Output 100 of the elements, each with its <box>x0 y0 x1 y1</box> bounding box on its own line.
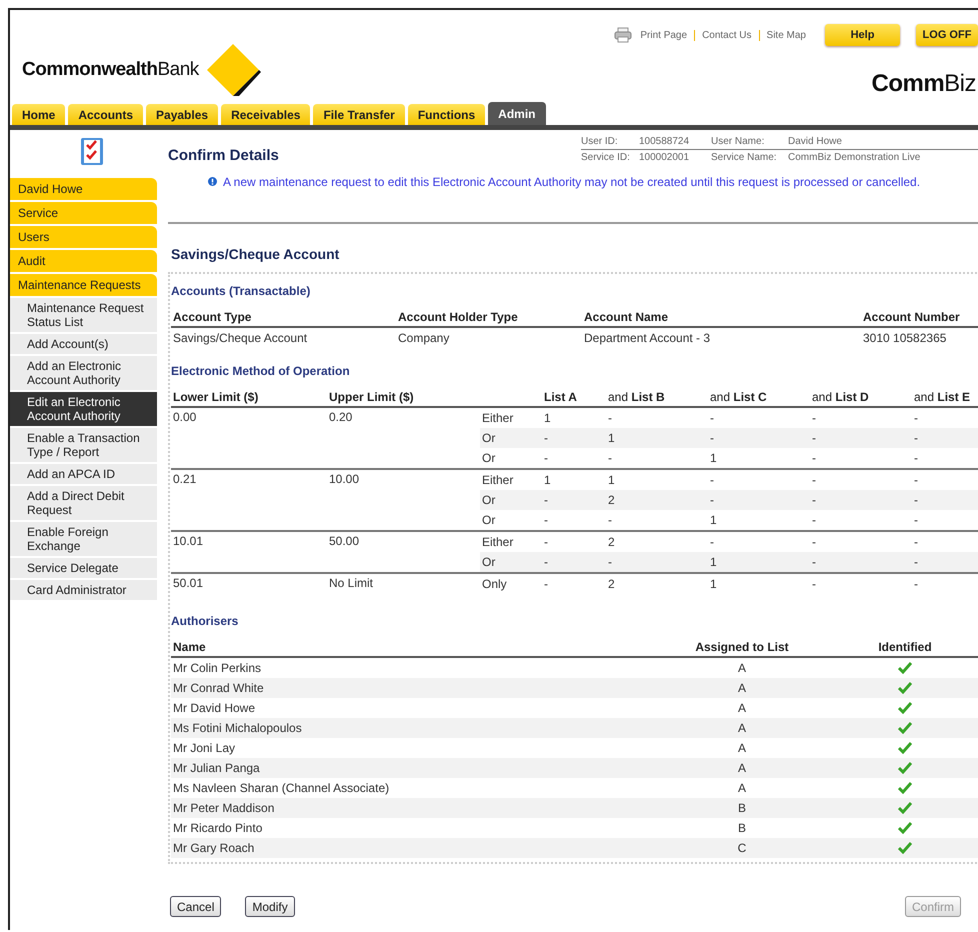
table-cell: Savings/Cheque Account <box>171 327 396 348</box>
table-cell: Either <box>480 407 542 428</box>
sidebar-item[interactable]: Edit an Electronic Account Authority <box>10 392 157 426</box>
header-link[interactable]: Print Page <box>640 30 694 40</box>
sidebar-item[interactable]: Maintenance Request Status List <box>10 298 157 332</box>
table-cell: 3010 10582365 <box>861 327 978 348</box>
table-cell: - <box>542 552 606 573</box>
sidebar-item[interactable]: Add a Direct Debit Request <box>10 486 157 520</box>
info-value: David Howe <box>788 136 842 147</box>
sidebar-item[interactable]: Users <box>10 226 157 248</box>
table-cell: - <box>542 448 606 469</box>
nav-tab[interactable]: Admin <box>488 102 546 125</box>
action-button[interactable]: Modify <box>245 896 295 917</box>
nav-tab[interactable]: Functions <box>408 104 486 125</box>
table-cell: B <box>655 798 829 818</box>
table-cell: 1 <box>708 573 810 594</box>
table-cell: - <box>810 552 912 573</box>
table-cell: 1 <box>542 407 606 428</box>
sidebar-item[interactable]: Enable a Transaction Type / Report <box>10 428 157 462</box>
table-cell: Mr Conrad White <box>171 678 655 698</box>
table-cell: A <box>655 718 829 738</box>
table-cell: Mr Gary Roach <box>171 838 655 858</box>
table-cell: 1 <box>708 448 810 469</box>
info-label: Service ID: <box>581 152 631 163</box>
table-cell: 50.01 <box>171 573 327 594</box>
table-cell: - <box>606 552 708 573</box>
sidebar-item[interactable]: Add an Electronic Account Authority <box>10 356 157 390</box>
header-link[interactable]: Site Map <box>758 30 813 40</box>
column-header: and List D <box>810 388 912 407</box>
table-cell: Mr David Howe <box>171 698 655 718</box>
printer-icon[interactable] <box>614 27 632 43</box>
subsection-heading: Authorisers <box>171 614 240 628</box>
info-label: User Name: <box>711 136 766 147</box>
table-cell: - <box>912 448 978 469</box>
sidebar-item[interactable]: Add Account(s) <box>10 334 157 354</box>
table-cell: Mr Colin Perkins <box>171 657 655 678</box>
column-header: Account Holder Type <box>396 308 582 327</box>
help-button[interactable]: Help <box>825 24 900 46</box>
column-header: Lower Limit ($) <box>171 388 327 407</box>
table-cell: A <box>655 758 829 778</box>
table-cell: A <box>655 778 829 798</box>
table-cell: - <box>708 428 810 448</box>
sidebar-item[interactable]: Enable Foreign Exchange <box>10 522 157 556</box>
nav-tab[interactable]: File Transfer <box>313 104 405 125</box>
table-cell: - <box>542 428 606 448</box>
table-cell: Only <box>480 573 542 594</box>
table-cell: A <box>655 657 829 678</box>
table-cell: 1 <box>708 552 810 573</box>
sidebar-item[interactable]: Service Delegate <box>10 558 157 578</box>
table-cell: Mr Peter Maddison <box>171 798 655 818</box>
table-cell: - <box>912 573 978 594</box>
table-cell: C <box>655 838 829 858</box>
nav-tab[interactable]: Accounts <box>68 104 144 125</box>
table-cell: 2 <box>606 490 708 510</box>
subsection-heading: Electronic Method of Operation <box>171 364 351 378</box>
diamond-logo-icon <box>204 42 261 98</box>
subsection-heading: Accounts (Transactable) <box>171 284 312 298</box>
table-cell: 0.20 <box>327 407 480 469</box>
table-cell: Company <box>396 327 582 348</box>
section-heading: Savings/Cheque Account <box>171 246 340 262</box>
sidebar-item[interactable]: Audit <box>10 250 157 272</box>
table-cell: 2 <box>606 573 708 594</box>
column-header: Identified <box>829 638 978 657</box>
column-header: Name <box>171 638 655 657</box>
sidebar-item[interactable]: Card Administrator <box>10 580 157 600</box>
table-cell: 0.21 <box>171 469 327 531</box>
column-header: and List B <box>606 388 708 407</box>
nav-tab[interactable]: Receivables <box>221 104 310 125</box>
column-header: Account Type <box>171 308 396 327</box>
bank-logo-text: CommonwealthBank <box>22 59 199 81</box>
table-cell: - <box>542 510 606 531</box>
table-cell: - <box>542 490 606 510</box>
nav-tab[interactable]: Home <box>12 104 66 125</box>
sidebar-item[interactable]: Add an APCA ID <box>10 464 157 484</box>
sidebar-item[interactable]: Service <box>10 202 157 224</box>
table-cell: - <box>912 552 978 573</box>
notice-text: A new maintenance request to edit this Electronic Account Authority may not be created until this request is processed or cancelled. <box>223 174 920 191</box>
info-value: CommBiz Demonstration Live <box>788 152 920 163</box>
column-header: Account Name <box>582 308 861 327</box>
info-label: Service Name: <box>711 152 778 163</box>
table-cell: B <box>655 818 829 838</box>
header-link[interactable]: Contact Us <box>694 30 759 40</box>
column-header: and List E <box>912 388 978 407</box>
table-cell: A <box>655 698 829 718</box>
sidebar-item[interactable]: Maintenance Requests <box>10 274 157 296</box>
table-cell: - <box>810 407 912 428</box>
column-header: and List C <box>708 388 810 407</box>
table-cell: - <box>606 510 708 531</box>
table-cell: - <box>912 490 978 510</box>
table-cell: - <box>708 407 810 428</box>
table-cell: Or <box>480 448 542 469</box>
table-cell: Ms Fotini Michalopoulos <box>171 718 655 738</box>
table-cell: - <box>912 428 978 448</box>
table-cell: Ms Navleen Sharan (Channel Associate) <box>171 778 655 798</box>
nav-tab[interactable]: Payables <box>146 104 218 125</box>
log-off-button[interactable]: LOG OFF <box>916 24 978 46</box>
action-button[interactable]: Cancel <box>170 896 222 917</box>
column-header: Upper Limit ($) <box>327 388 480 407</box>
table-cell: No Limit <box>327 573 480 594</box>
sidebar-item[interactable]: David Howe <box>10 178 157 200</box>
